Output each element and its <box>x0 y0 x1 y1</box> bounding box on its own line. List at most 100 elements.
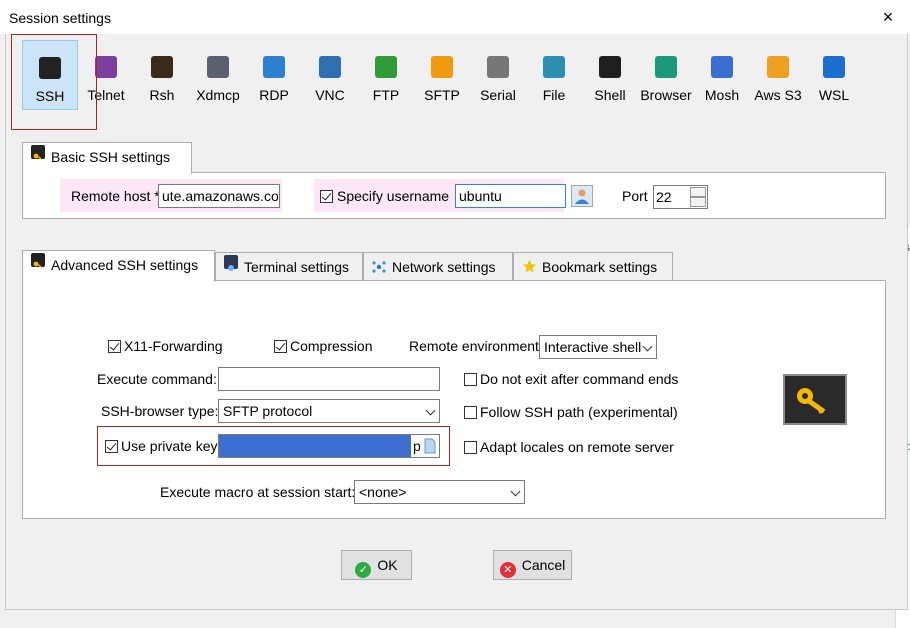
remote-environment-label: Remote environment: <box>409 338 543 354</box>
network-icon <box>372 255 386 273</box>
port-label: Port <box>622 188 648 204</box>
chevron-down-icon <box>642 341 653 352</box>
redacted-path <box>219 435 411 457</box>
remote-host-label: Remote host * <box>71 188 160 204</box>
session-type-file[interactable]: File <box>526 40 582 110</box>
serial-icon <box>487 56 509 78</box>
tab-bookmark-settings[interactable]: Bookmark settings <box>513 252 673 282</box>
chevron-down-icon <box>425 405 436 416</box>
tab-label: Bookmark settings <box>542 259 658 275</box>
session-type-label: Browser <box>640 87 692 103</box>
ssh-browser-type-value: SFTP protocol <box>223 403 313 419</box>
shell-icon <box>599 56 621 78</box>
sftp-icon <box>431 56 453 78</box>
session-type-label: Shell <box>594 87 626 103</box>
adapt-locales-label: Adapt locales on remote server <box>480 439 674 455</box>
session-type-label: Mosh <box>704 87 740 103</box>
aws-s3-icon <box>767 56 789 78</box>
execute-command-input[interactable] <box>218 367 440 391</box>
session-type-browser[interactable]: Browser <box>638 40 694 110</box>
remote-host-input[interactable]: ute.amazonaws.com <box>158 184 280 208</box>
browser-icon <box>655 56 677 78</box>
rsh-icon <box>151 56 173 78</box>
private-key-path-input[interactable]: p <box>218 434 440 458</box>
remote-environment-value: Interactive shell <box>544 339 642 355</box>
session-type-aws-s3[interactable]: Aws S3 <box>750 40 806 110</box>
session-type-rdp[interactable]: RDP <box>246 40 302 110</box>
specify-username-checkbox[interactable] <box>320 190 333 203</box>
do-not-exit-checkbox[interactable] <box>464 373 477 386</box>
file-icon <box>543 56 565 78</box>
session-type-label: SFTP <box>424 87 460 103</box>
xdmcp-icon <box>207 56 229 78</box>
tab-network-settings[interactable]: Network settings <box>363 252 513 282</box>
x11-forwarding-label: X11-Forwarding <box>124 338 223 354</box>
session-type-label: WSL <box>818 87 850 103</box>
port-value: 22 <box>656 189 672 205</box>
close-icon[interactable]: × <box>880 8 896 26</box>
ftp-icon <box>375 56 397 78</box>
title-bar <box>0 0 910 34</box>
specify-username-label: Specify username <box>337 188 450 204</box>
session-type-label: Serial <box>480 87 516 103</box>
session-type-serial[interactable]: Serial <box>470 40 526 110</box>
session-type-sftp[interactable]: SFTP <box>414 40 470 110</box>
session-type-label: VNC <box>315 87 345 103</box>
terminal-icon <box>224 255 238 271</box>
ssh-browser-type-select[interactable]: SFTP protocol <box>218 399 440 423</box>
session-type-label: RDP <box>259 87 289 103</box>
do-not-exit-label: Do not exit after command ends <box>480 371 679 387</box>
cancel-button[interactable]: ✕ Cancel <box>493 550 572 580</box>
session-type-rsh[interactable]: Rsh <box>134 40 190 110</box>
x11-forwarding-checkbox[interactable] <box>108 340 121 353</box>
chevron-down-icon <box>510 486 521 497</box>
session-type-label: File <box>542 87 566 103</box>
port-up-icon[interactable] <box>690 187 706 202</box>
ssh-key-large-icon <box>783 374 847 425</box>
ok-label: OK <box>377 557 398 573</box>
mosh-icon <box>711 56 733 78</box>
username-input[interactable]: ubuntu <box>455 184 566 208</box>
star-icon <box>522 255 537 273</box>
session-type-ftp[interactable]: FTP <box>358 40 414 110</box>
session-type-wsl[interactable]: WSL <box>806 40 862 110</box>
adapt-locales-checkbox[interactable] <box>464 441 477 454</box>
execute-macro-select[interactable]: <none> <box>354 480 525 504</box>
private-key-path-suffix: p <box>413 438 421 454</box>
session-type-label: Rsh <box>149 87 175 103</box>
session-type-xdmcp[interactable]: Xdmcp <box>190 40 246 110</box>
tab-label: Basic SSH settings <box>51 149 171 165</box>
key-icon <box>31 253 45 268</box>
tab-terminal-settings[interactable]: Terminal settings <box>215 252 363 282</box>
tab-label: Network settings <box>392 259 496 275</box>
compression-checkbox[interactable] <box>274 340 287 353</box>
close-icon: ✕ <box>499 562 516 578</box>
execute-macro-label: Execute macro at session start: <box>160 484 356 500</box>
remote-environment-select[interactable]: Interactive shell <box>539 335 657 359</box>
session-type-vnc[interactable]: VNC <box>302 40 358 110</box>
tab-basic-ssh-settings[interactable]: Basic SSH settings <box>22 142 192 174</box>
tab-advanced-ssh-settings[interactable]: Advanced SSH settings <box>22 250 215 282</box>
tab-label: Advanced SSH settings <box>51 257 199 273</box>
key-icon <box>31 145 45 160</box>
browse-file-icon[interactable] <box>423 438 437 454</box>
session-type-label: FTP <box>372 87 400 103</box>
session-type-mosh[interactable]: Mosh <box>694 40 750 110</box>
ssh-browser-type-label: SSH-browser type: <box>101 403 219 419</box>
session-type-label: Aws S3 <box>754 87 802 103</box>
ok-button[interactable]: ✓ OK <box>341 550 412 580</box>
port-input[interactable]: 22 <box>653 185 708 209</box>
cancel-label: Cancel <box>521 557 566 573</box>
user-picker-icon[interactable] <box>571 185 593 207</box>
tab-label: Terminal settings <box>244 259 350 275</box>
port-down-icon[interactable] <box>690 197 706 207</box>
follow-ssh-path-checkbox[interactable] <box>464 406 477 419</box>
telnet-icon <box>95 56 117 78</box>
check-icon: ✓ <box>355 562 372 578</box>
window-title: Session settings <box>9 10 111 26</box>
execute-macro-value: <none> <box>359 484 407 500</box>
selection-highlight-outline <box>11 34 97 130</box>
session-type-shell[interactable]: Shell <box>582 40 638 110</box>
rdp-icon <box>263 56 285 78</box>
use-private-key-checkbox[interactable] <box>105 440 118 453</box>
